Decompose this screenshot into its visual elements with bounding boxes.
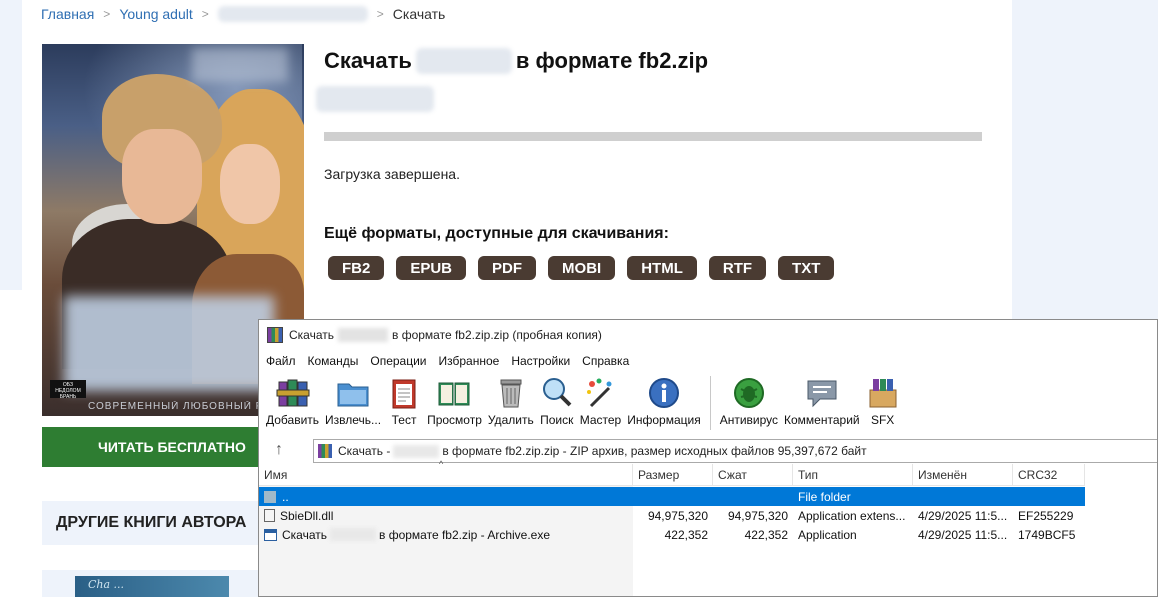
format-mobi-button[interactable]: MOBI bbox=[548, 256, 616, 280]
format-txt-button[interactable]: TXT bbox=[778, 256, 835, 280]
cover-redacted-author bbox=[192, 48, 288, 82]
other-book-thumbnail-text: Cha ... bbox=[88, 578, 125, 591]
breadcrumb-genre-link[interactable]: Young adult bbox=[119, 6, 192, 22]
breadcrumb-separator-icon: > bbox=[376, 7, 384, 21]
table-row-parent[interactable]: .. File folder bbox=[259, 487, 1085, 506]
breadcrumb-current: Скачать bbox=[392, 6, 446, 22]
extract-folder-icon bbox=[336, 376, 370, 410]
archive-icon bbox=[318, 444, 332, 458]
toolbar-extract-button[interactable]: Извлечь... bbox=[322, 372, 384, 434]
format-rtf-button[interactable]: RTF bbox=[708, 256, 767, 280]
toolbar-separator bbox=[709, 376, 711, 430]
column-name[interactable]: Имя bbox=[259, 464, 633, 486]
path-bar: ↑ Скачать - в формате fb2.zip.zip - ZIP … bbox=[259, 437, 1157, 463]
window-title-redacted bbox=[338, 328, 388, 342]
view-book-icon bbox=[437, 376, 471, 410]
menu-file[interactable]: Файл bbox=[266, 354, 296, 368]
path-redacted bbox=[393, 444, 440, 458]
toolbar: Добавить Извлечь... Тест Просмотр Удалит… bbox=[263, 372, 903, 434]
toolbar-info-button[interactable]: Информация bbox=[624, 372, 703, 434]
column-packed[interactable]: Сжат bbox=[713, 464, 793, 486]
menu-help[interactable]: Справка bbox=[582, 354, 629, 368]
page-left-margin bbox=[0, 0, 22, 290]
breadcrumb: Главная > Young adult > > Скачать bbox=[41, 5, 445, 23]
menu-commands[interactable]: Команды bbox=[308, 354, 359, 368]
format-html-button[interactable]: HTML bbox=[627, 256, 697, 280]
toolbar-sfx-button[interactable]: SFX bbox=[863, 372, 903, 434]
column-type[interactable]: Тип bbox=[793, 464, 913, 486]
breadcrumb-home-link[interactable]: Главная bbox=[41, 6, 94, 22]
toolbar-find-button[interactable]: Поиск bbox=[537, 372, 577, 434]
breadcrumb-separator-icon: > bbox=[103, 7, 111, 21]
winrar-window: Скачать в формате fb2.zip.zip (пробная к… bbox=[258, 319, 1158, 597]
column-crc[interactable]: CRC32 bbox=[1013, 464, 1085, 486]
comment-icon bbox=[805, 376, 839, 410]
menu-settings[interactable]: Настройки bbox=[511, 354, 570, 368]
publisher-logo: ОБЗ НЕДОЛОМ БРАНЬ bbox=[50, 380, 86, 400]
up-arrow-icon[interactable]: ↑ bbox=[259, 437, 299, 463]
cover-redacted-title bbox=[64, 296, 274, 391]
format-list: FB2 EPUB PDF MOBI HTML RTF TXT bbox=[328, 256, 835, 280]
toolbar-delete-button[interactable]: Удалить bbox=[485, 372, 537, 434]
more-formats-heading: Ещё форматы, доступные для скачивания: bbox=[324, 225, 669, 242]
menu-operations[interactable]: Операции bbox=[370, 354, 426, 368]
page-title-redacted bbox=[415, 48, 512, 74]
dll-file-icon bbox=[264, 509, 275, 522]
file-list-header: ^ Имя Размер Сжат Тип Изменён CRC32 bbox=[259, 459, 1085, 486]
author-redacted[interactable] bbox=[316, 86, 434, 112]
page-right-margin bbox=[1012, 0, 1158, 320]
add-books-icon bbox=[276, 376, 310, 410]
column-modified[interactable]: Изменён bbox=[913, 464, 1013, 486]
breadcrumb-redacted-book[interactable] bbox=[217, 6, 368, 22]
toolbar-view-button[interactable]: Просмотр bbox=[424, 372, 485, 434]
page-title-suffix: в формате fb2.zip bbox=[515, 48, 709, 73]
menu-bar: Файл Команды Операции Избранное Настройк… bbox=[259, 351, 629, 371]
info-icon bbox=[647, 376, 681, 410]
exe-file-icon bbox=[264, 528, 277, 541]
download-status: Загрузка завершена. bbox=[324, 166, 460, 182]
table-row-dll[interactable]: SbieDll.dll 94,975,320 94,975,320 Applic… bbox=[259, 506, 1085, 525]
antivirus-bug-icon bbox=[732, 376, 766, 410]
wizard-wand-icon bbox=[583, 376, 617, 410]
sfx-box-icon bbox=[866, 376, 900, 410]
toolbar-antivirus-button[interactable]: Антивирус bbox=[717, 372, 781, 434]
breadcrumb-separator-icon: > bbox=[201, 7, 209, 21]
test-clipboard-icon bbox=[387, 376, 421, 410]
toolbar-wizard-button[interactable]: Мастер bbox=[577, 372, 625, 434]
page-title: Скачать в формате fb2.zip bbox=[324, 47, 708, 75]
filename-redacted bbox=[330, 528, 376, 541]
format-epub-button[interactable]: EPUB bbox=[396, 256, 467, 280]
find-magnifier-icon bbox=[540, 376, 574, 410]
toolbar-test-button[interactable]: Тест bbox=[384, 372, 424, 434]
winrar-app-icon bbox=[267, 327, 283, 343]
page-title-prefix: Скачать bbox=[324, 48, 412, 73]
menu-favorites[interactable]: Избранное bbox=[439, 354, 500, 368]
window-title-suffix: в формате fb2.zip.zip (пробная копия) bbox=[392, 328, 602, 342]
window-titlebar[interactable]: Скачать в формате fb2.zip.zip (пробная к… bbox=[259, 320, 1157, 350]
download-progress-bar bbox=[324, 132, 982, 141]
column-size[interactable]: Размер bbox=[633, 464, 713, 486]
delete-trash-icon bbox=[494, 376, 528, 410]
toolbar-comment-button[interactable]: Комментарий bbox=[781, 372, 863, 434]
parent-folder-icon bbox=[264, 490, 276, 503]
table-row-exe[interactable]: Скачать в формате fb2.zip - Archive.exe 4… bbox=[259, 525, 1085, 544]
format-fb2-button[interactable]: FB2 bbox=[328, 256, 385, 280]
toolbar-add-button[interactable]: Добавить bbox=[263, 372, 322, 434]
file-list: ^ Имя Размер Сжат Тип Изменён CRC32 .. F… bbox=[259, 459, 1085, 596]
window-title-prefix: Скачать bbox=[289, 328, 334, 342]
format-pdf-button[interactable]: PDF bbox=[478, 256, 537, 280]
